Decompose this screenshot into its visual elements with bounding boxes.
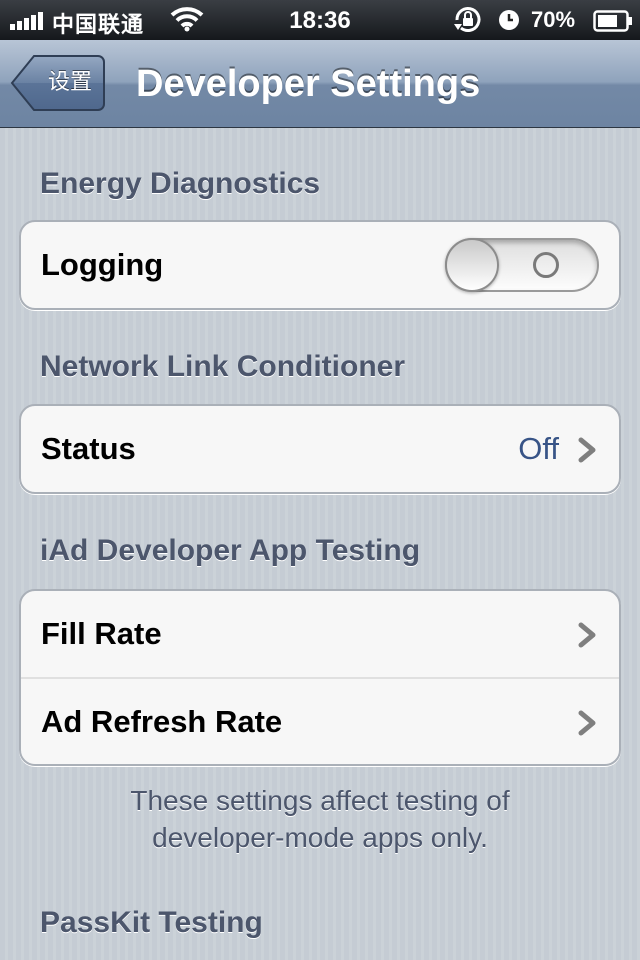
alarm-clock-icon [497,8,521,38]
status-label: Status [41,431,136,466]
toggle-off-indicator-icon [533,252,559,278]
page-title: Developer Settings [136,63,481,105]
ad-refresh-rate-label: Ad Refresh Rate [41,704,283,739]
fill-rate-label: Fill Rate [41,616,162,651]
chevron-right-icon [578,710,596,736]
battery-icon [593,10,633,38]
rotation-lock-icon [452,6,484,40]
status-bar: 中国联通 18:36 70% [0,0,640,40]
status-cell[interactable]: Status Off [21,406,619,492]
iad-developer-app-testing-group: Fill Rate Ad Refresh Rate [19,589,621,766]
logging-toggle[interactable] [445,238,599,292]
iad-footer-note: These settings affect testing of develop… [40,782,600,856]
status-value: Off [518,431,559,466]
iad-footer-line-1: These settings affect testing of [130,785,510,816]
energy-diagnostics-group: Logging [19,220,621,310]
fill-rate-cell[interactable]: Fill Rate [21,591,619,677]
section-header-energy-diagnostics: Energy Diagnostics [40,167,321,200]
section-header-network-link-conditioner: Network Link Conditioner [40,350,406,383]
back-button-label: 设置 [47,70,92,95]
ad-refresh-rate-cell[interactable]: Ad Refresh Rate [21,677,619,763]
network-link-conditioner-group: Status Off [19,404,621,494]
logging-label: Logging [41,247,164,282]
section-header-iad-developer-app-testing: iAd Developer App Testing [40,534,421,567]
iad-footer-line-2: developer-mode apps only. [152,822,488,853]
battery-percentage: 70% [531,7,576,32]
back-button[interactable]: 设置 [10,54,106,112]
toggle-knob [445,238,499,292]
section-header-passkit-testing: PassKit Testing [40,906,263,939]
chevron-right-icon [578,622,596,648]
logging-cell: Logging [21,222,619,308]
navigation-bar: 设置 Developer Settings [0,40,640,128]
chevron-right-icon [578,437,596,463]
